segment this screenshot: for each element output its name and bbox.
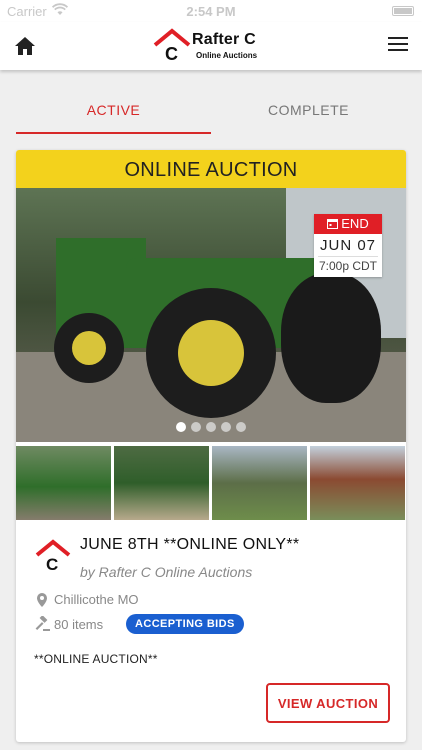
auction-card[interactable]: ONLINE AUCTION END JUN 07 7:00p CDT C JU… (16, 150, 406, 742)
calendar-icon (327, 219, 339, 229)
status-badge: ACCEPTING BIDS (126, 614, 244, 634)
tab-complete[interactable]: COMPLETE (211, 92, 406, 134)
end-header: END (314, 214, 382, 234)
brand-tagline: Online Auctions (196, 51, 258, 60)
end-date: JUN 07 (319, 237, 377, 254)
carousel-dot[interactable] (206, 422, 216, 432)
location-pin-icon (37, 593, 47, 607)
gavel-icon (35, 616, 50, 631)
thumbnail-image[interactable] (16, 446, 111, 520)
clock: 2:54 PM (186, 4, 236, 19)
carousel-dot[interactable] (221, 422, 231, 432)
view-auction-button[interactable]: VIEW AUCTION (266, 683, 390, 723)
end-time: 7:00p CDT (318, 256, 378, 277)
auctioneer-name: by Rafter C Online Auctions (80, 564, 253, 580)
thumbnail-image[interactable] (310, 446, 405, 520)
tab-active[interactable]: ACTIVE (16, 92, 211, 134)
brand-logo[interactable]: C Rafter C Online Auctions (152, 27, 282, 65)
end-date-box: END JUN 07 7:00p CDT (314, 214, 382, 277)
svg-text:C: C (165, 44, 178, 64)
carousel-indicator (176, 422, 256, 434)
auction-type-banner: ONLINE AUCTION (16, 150, 406, 188)
nav-bar: C Rafter C Online Auctions (0, 22, 422, 70)
thumbnail-image[interactable] (114, 446, 209, 520)
auctioneer-logo-icon: C (35, 539, 71, 574)
battery-icon (392, 6, 414, 16)
home-icon[interactable] (12, 34, 38, 58)
thumbnail-image[interactable] (212, 446, 307, 520)
brand-name: Rafter C (192, 31, 256, 48)
thumbnail-strip (16, 446, 406, 520)
auction-hero-image[interactable]: END JUN 07 7:00p CDT (16, 188, 406, 442)
hamburger-menu-icon[interactable] (388, 37, 408, 53)
item-count-row: 80 items ACCEPTING BIDS (34, 614, 394, 634)
auction-tabs: ACTIVE COMPLETE (16, 92, 406, 136)
auction-description: **ONLINE AUCTION** (34, 652, 158, 666)
rafter-c-logo-icon: C (153, 28, 191, 64)
carousel-dot[interactable] (191, 422, 201, 432)
status-bar: Carrier 2:54 PM (0, 0, 422, 22)
svg-text:C: C (46, 555, 58, 574)
end-label: END (341, 216, 369, 231)
auction-title[interactable]: JUNE 8TH **ONLINE ONLY** (80, 536, 299, 554)
carousel-dot[interactable] (236, 422, 246, 432)
location-text: Chillicothe MO (54, 592, 139, 607)
carousel-dot[interactable] (176, 422, 186, 432)
item-count: 80 items (54, 617, 104, 632)
